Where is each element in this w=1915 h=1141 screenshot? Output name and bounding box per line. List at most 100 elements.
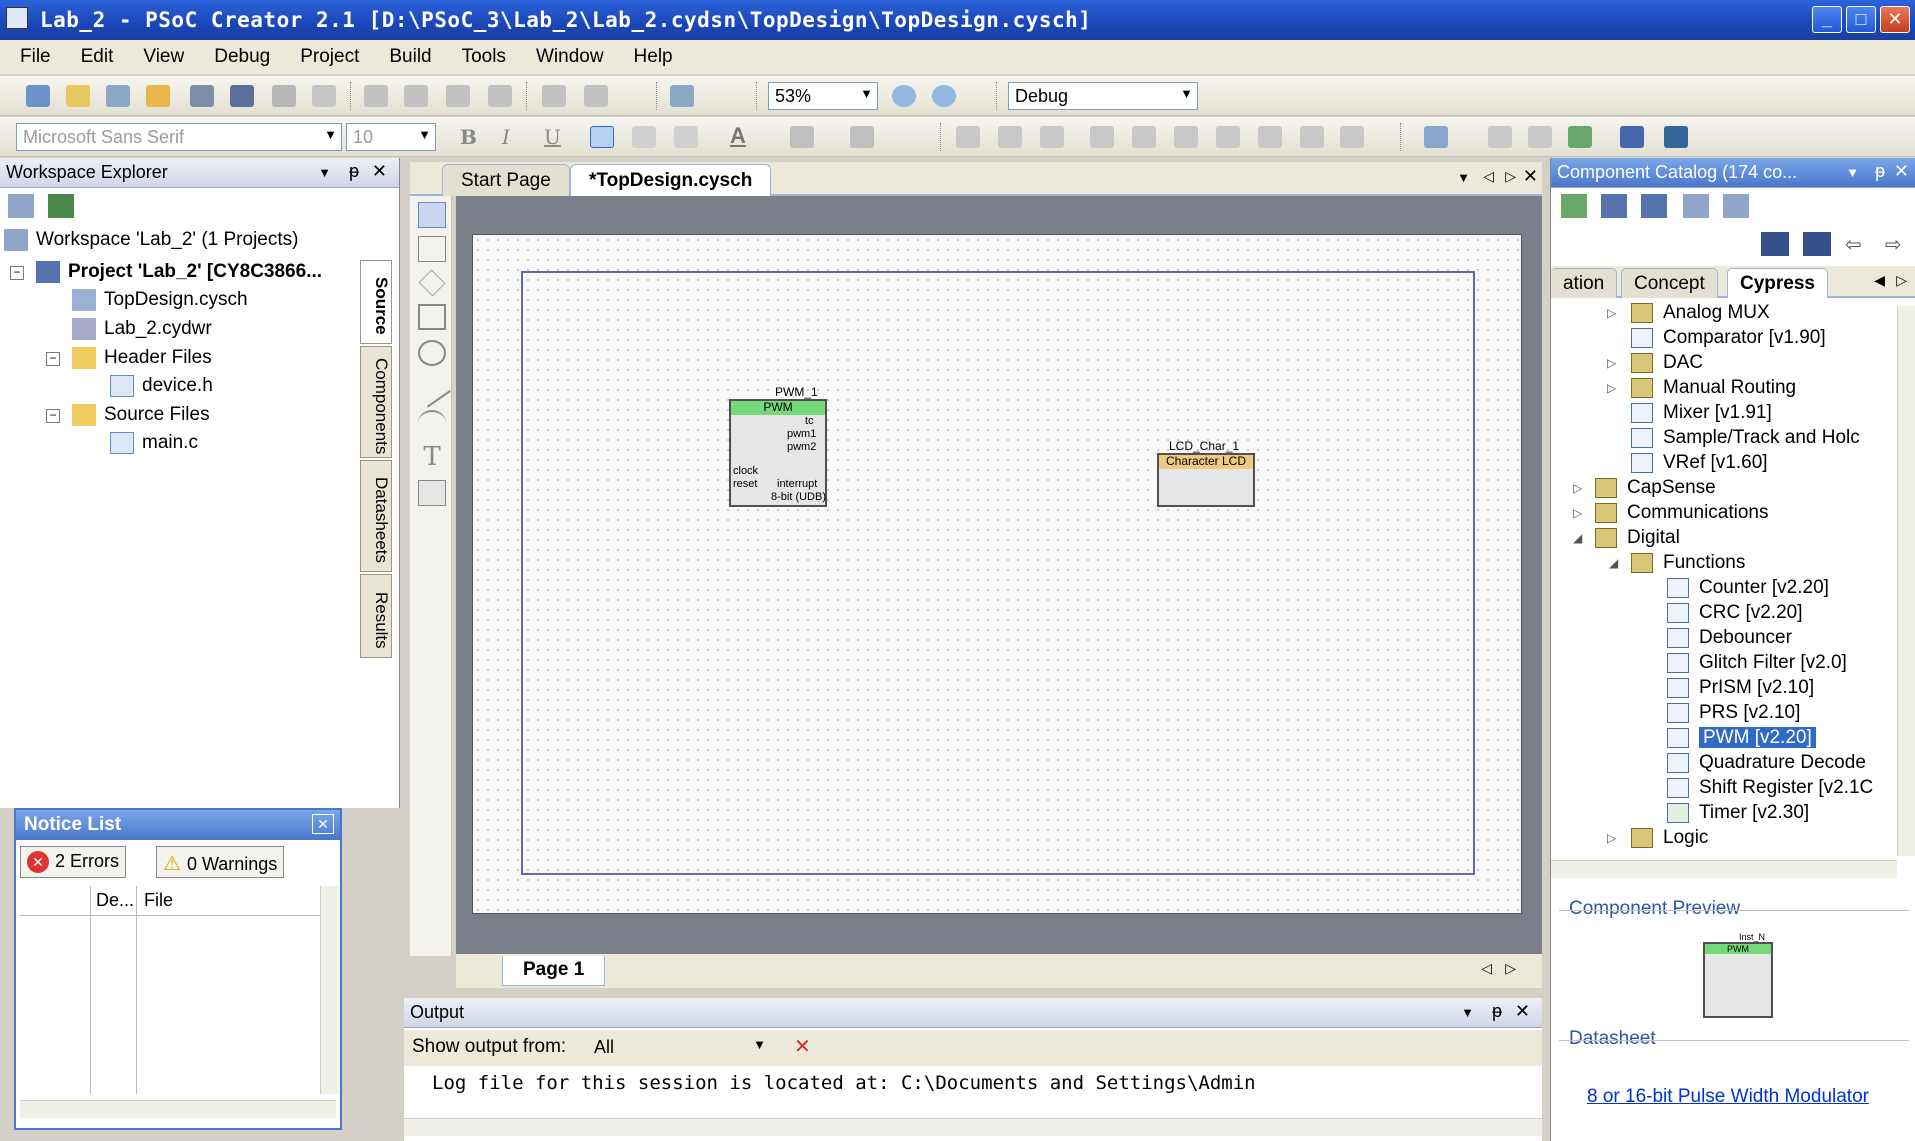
folder-node[interactable]: Source Files (72, 401, 210, 429)
tab-cypress[interactable]: Cypress (1727, 268, 1828, 298)
forward-icon[interactable]: ⇨ (1885, 232, 1902, 257)
chevron-down-icon[interactable]: ▼ (1846, 165, 1859, 180)
wire-tool-icon[interactable] (418, 236, 446, 262)
open-catalog-icon[interactable] (1723, 194, 1749, 218)
build-config-combo[interactable]: Debug ▼ (1008, 82, 1198, 110)
menu-view[interactable]: View (143, 46, 184, 68)
scroll-right-icon[interactable]: ▷ (1505, 960, 1516, 977)
font-family-combo[interactable]: Microsoft Sans Serif ▼ (16, 123, 342, 151)
export-icon[interactable] (1568, 126, 1592, 148)
component-icon[interactable] (1528, 126, 1552, 148)
tab-concept[interactable]: Concept (1621, 268, 1718, 298)
catalog-item[interactable]: CRC [v2.20] (1667, 600, 1802, 625)
close-button[interactable]: ✕ (1880, 6, 1910, 33)
text-color-button[interactable]: A (730, 123, 746, 149)
program-icon[interactable] (1620, 126, 1644, 148)
flip-vertical-icon[interactable] (1216, 126, 1240, 148)
group-icon[interactable] (1258, 126, 1282, 148)
close-icon[interactable]: ✕ (372, 161, 387, 182)
datasheet-icon[interactable] (1683, 194, 1709, 218)
refresh-catalog-icon[interactable] (1561, 194, 1587, 218)
fill-color-icon[interactable] (850, 126, 874, 148)
send-back-icon[interactable] (1040, 126, 1064, 148)
new-workspace-icon[interactable] (26, 85, 50, 107)
catalog-item[interactable]: DAC (1631, 350, 1703, 375)
save-all-icon[interactable] (230, 85, 254, 107)
menu-edit[interactable]: Edit (81, 46, 114, 68)
catalog-item[interactable]: Counter [v2.20] (1667, 575, 1829, 600)
refresh-icon[interactable] (48, 194, 74, 218)
save-icon[interactable] (190, 85, 214, 107)
vertical-scrollbar[interactable] (1897, 306, 1915, 856)
maximize-button[interactable]: □ (1846, 6, 1876, 33)
arrange-icon[interactable] (956, 126, 980, 148)
tab-components[interactable]: Components (360, 346, 392, 458)
scroll-left-icon[interactable]: ◀ (1874, 272, 1885, 289)
copy-icon[interactable] (404, 85, 428, 107)
cut-icon[interactable] (364, 85, 388, 107)
build-icon[interactable] (670, 85, 694, 107)
scroll-right-icon[interactable]: ▷ (1505, 168, 1516, 185)
workspace-node[interactable]: Workspace 'Lab_2' (1 Projects) (4, 226, 298, 254)
file-node[interactable]: TopDesign.cysch (72, 286, 248, 314)
scroll-left-icon[interactable]: ◁ (1481, 960, 1492, 977)
tab-datasheets[interactable]: Datasheets (360, 460, 392, 572)
tool-icon[interactable] (1488, 126, 1512, 148)
chevron-down-icon[interactable]: ▼ (318, 165, 331, 180)
folder-node[interactable]: Header Files (72, 344, 212, 372)
menu-window[interactable]: Window (536, 46, 604, 68)
zoom-in-icon[interactable] (892, 85, 916, 107)
file-node[interactable]: Lab_2.cydwr (72, 315, 212, 343)
catalog-item[interactable]: Timer [v2.30] (1667, 800, 1809, 825)
menu-debug[interactable]: Debug (214, 46, 270, 68)
catalog-item[interactable]: VRef [v1.60] (1631, 450, 1768, 475)
catalog-item[interactable]: Sample/Track and Holc (1631, 425, 1860, 450)
catalog-item[interactable]: Quadrature Decode (1667, 750, 1866, 775)
undo-icon[interactable] (542, 85, 566, 107)
catalog-item[interactable]: Comparator [v1.90] (1631, 325, 1826, 350)
bring-front-icon[interactable] (998, 126, 1022, 148)
pwm-component[interactable]: PWM_1 PWM tc pwm1 pwm2 clock reset inter… (723, 385, 833, 515)
clear-output-icon[interactable]: ✕ (794, 1034, 811, 1059)
catalog-item[interactable]: Communications (1595, 500, 1769, 525)
scroll-left-icon[interactable]: ◁ (1483, 168, 1494, 185)
tab-results[interactable]: Results (360, 574, 392, 658)
diamond-tool-icon[interactable] (418, 269, 446, 297)
catalog-item-selected[interactable]: PWM [v2.20] (1667, 725, 1816, 750)
close-icon[interactable]: ✕ (1515, 1001, 1530, 1022)
catalog-item[interactable]: PRS [v2.10] (1667, 700, 1800, 725)
arc-tool-icon[interactable] (418, 410, 446, 436)
collapse-all-icon[interactable] (8, 194, 34, 218)
vertical-scrollbar[interactable] (320, 886, 338, 1094)
bold-button[interactable]: B (460, 125, 477, 149)
lcd-component[interactable]: LCD_Char_1 Character LCD (1153, 439, 1263, 509)
image-tool-icon[interactable] (418, 480, 446, 506)
collapse-toggle[interactable]: − (46, 352, 60, 366)
catalog-item[interactable]: Analog MUX (1631, 300, 1770, 325)
back-icon[interactable]: ⇦ (1845, 232, 1862, 257)
zoom-out-icon[interactable] (932, 85, 956, 107)
debug-icon[interactable] (1664, 126, 1688, 148)
paste-icon[interactable] (446, 85, 470, 107)
catalog-item[interactable]: Shift Register [v2.1C (1667, 775, 1873, 800)
collapse-toggle[interactable]: − (46, 409, 60, 423)
underline-button[interactable]: U (544, 125, 561, 149)
align-right-icon[interactable] (674, 126, 698, 148)
font-size-combo[interactable]: 10 ▼ (346, 123, 436, 151)
catalog-item[interactable]: Mixer [v1.91] (1631, 400, 1772, 425)
chip-view-icon[interactable] (1424, 126, 1448, 148)
select-tool-icon[interactable] (418, 202, 446, 228)
line-color-icon[interactable] (790, 126, 814, 148)
file-node[interactable]: main.c (110, 429, 198, 457)
pin-icon[interactable]: ᵽ (1492, 1001, 1502, 1022)
open-icon[interactable] (146, 85, 170, 107)
delete-icon[interactable] (488, 85, 512, 107)
rotate-right-icon[interactable] (1132, 126, 1156, 148)
print-icon[interactable] (272, 85, 296, 107)
remove-component-icon[interactable] (1641, 194, 1667, 218)
file-node[interactable]: device.h (110, 372, 213, 400)
scroll-right-icon[interactable]: ▷ (1896, 272, 1907, 289)
align-center-icon[interactable] (632, 126, 656, 148)
catalog-item[interactable]: Logic (1631, 825, 1708, 850)
schematic-canvas[interactable]: PWM_1 PWM tc pwm1 pwm2 clock reset inter… (456, 196, 1542, 954)
